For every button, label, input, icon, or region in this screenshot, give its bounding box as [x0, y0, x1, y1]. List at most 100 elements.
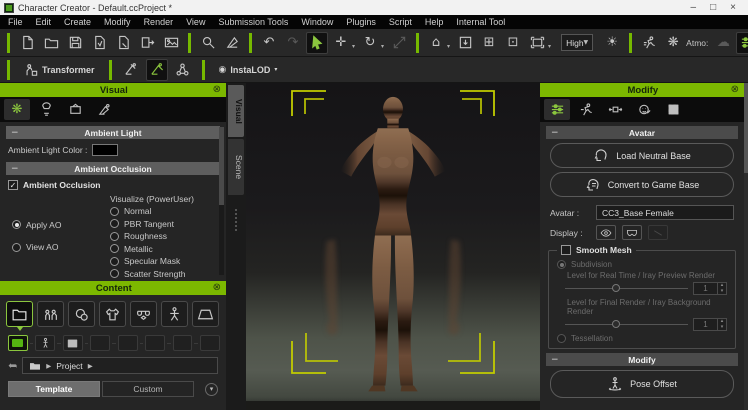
- modify-panel-close-icon[interactable]: ⊗: [731, 85, 739, 95]
- content-panel-header[interactable]: Content ⊗: [0, 281, 226, 295]
- modify-section-bar[interactable]: − Modify: [546, 353, 738, 366]
- visualize-pbr-tangent-radio[interactable]: [110, 219, 119, 228]
- select-tool-button[interactable]: [306, 32, 328, 54]
- fit-view-button[interactable]: ⊡: [502, 32, 524, 54]
- camera-frame-button[interactable]: [526, 32, 548, 54]
- convert-game-base-button[interactable]: Convert to Game Base: [550, 172, 734, 197]
- transformer-button[interactable]: Transformer: [18, 60, 101, 80]
- category-stage-button[interactable]: [192, 301, 219, 327]
- avatar-name-field[interactable]: CC3_Base Female: [596, 205, 734, 220]
- menu-submission-tools[interactable]: Submission Tools: [218, 17, 288, 27]
- menu-help[interactable]: Help: [425, 17, 444, 27]
- link-nodes-button[interactable]: [172, 59, 194, 81]
- visualize-roughness-radio[interactable]: [110, 232, 119, 241]
- breadcrumb-project[interactable]: Project: [56, 361, 82, 371]
- ambient-occlusion-section-bar[interactable]: − Ambient Occlusion: [6, 162, 220, 175]
- motion-blur-button[interactable]: [638, 32, 660, 54]
- home-camera-button[interactable]: ⌂: [425, 32, 447, 54]
- tab-camera-light[interactable]: [91, 99, 117, 120]
- collapse-icon[interactable]: −: [11, 164, 19, 174]
- collapse-icon[interactable]: −: [11, 128, 19, 138]
- breadcrumb[interactable]: ▶ Project ▶: [22, 357, 218, 374]
- collapse-icon[interactable]: −: [551, 355, 559, 365]
- tab-global-settings[interactable]: ❋: [4, 99, 30, 120]
- send-to-button[interactable]: [136, 32, 158, 54]
- export-file-button[interactable]: [112, 32, 134, 54]
- quality-select[interactable]: High ▼: [561, 34, 593, 51]
- display-extra-toggle[interactable]: [648, 225, 668, 240]
- visualize-normal-radio[interactable]: [110, 207, 119, 216]
- menu-file[interactable]: File: [8, 17, 23, 27]
- move-tool-dropdown-icon[interactable]: ▾: [352, 43, 355, 56]
- tab-custom[interactable]: Custom: [102, 381, 194, 397]
- panel-drag-handle[interactable]: [234, 209, 238, 231]
- tab-texture[interactable]: [660, 99, 686, 120]
- rotate-tool-button[interactable]: ↻: [359, 32, 381, 54]
- realtime-level-slider[interactable]: [565, 288, 688, 289]
- new-project-button[interactable]: [16, 32, 38, 54]
- display-skin-toggle[interactable]: [596, 225, 616, 240]
- back-icon[interactable]: ➦: [8, 359, 17, 372]
- close-button[interactable]: ×: [730, 3, 736, 13]
- instalod-button[interactable]: ◉ InstaLOD ▾: [213, 60, 284, 80]
- modify-panel-header[interactable]: Modify ⊗: [540, 83, 744, 97]
- menu-render[interactable]: Render: [144, 17, 174, 27]
- save-project-button[interactable]: [64, 32, 86, 54]
- maximize-button[interactable]: □: [710, 3, 716, 13]
- menu-plugins[interactable]: Plugins: [346, 17, 376, 27]
- menu-window[interactable]: Window: [301, 17, 333, 27]
- display-underwear-toggle[interactable]: [622, 225, 642, 240]
- content-expand-icon[interactable]: ▾: [205, 383, 218, 396]
- view-ao-radio[interactable]: [12, 243, 21, 252]
- menu-internal-tool[interactable]: Internal Tool: [456, 17, 505, 27]
- category-material-button[interactable]: [68, 301, 95, 327]
- home-camera-dropdown-icon[interactable]: ▾: [447, 43, 450, 56]
- atmosphere-gear-icon[interactable]: ❋: [662, 32, 684, 54]
- content-panel-close-icon[interactable]: ⊗: [213, 283, 221, 293]
- frame-selected-button[interactable]: [454, 32, 476, 54]
- tab-morph[interactable]: [602, 99, 628, 120]
- render-image-button[interactable]: [160, 32, 182, 54]
- visualize-specular-mask-radio[interactable]: [110, 257, 119, 266]
- spin-down-icon[interactable]: ▾: [718, 289, 726, 295]
- apply-ao-radio[interactable]: [12, 220, 21, 229]
- tab-attribute[interactable]: [544, 99, 570, 120]
- camera-frame-dropdown-icon[interactable]: ▾: [548, 43, 551, 56]
- visualize-metallic-radio[interactable]: [110, 244, 119, 253]
- subfolder-avatar-button[interactable]: [35, 335, 55, 351]
- category-actor-button[interactable]: [37, 301, 64, 327]
- realtime-level-spinner[interactable]: 1 ▴▾: [693, 282, 727, 295]
- menu-create[interactable]: Create: [64, 17, 91, 27]
- category-cloth-button[interactable]: [99, 301, 126, 327]
- tessellation-radio[interactable]: [557, 334, 566, 343]
- tab-skin[interactable]: [631, 99, 657, 120]
- open-project-button[interactable]: [40, 32, 62, 54]
- visualize-scatter-strength-radio[interactable]: [110, 269, 119, 278]
- subfolder-image-button[interactable]: [63, 335, 83, 351]
- tab-lighting[interactable]: [33, 99, 59, 120]
- avatar-section-bar[interactable]: − Avatar: [546, 126, 738, 139]
- preview-light-button[interactable]: ☀: [601, 32, 623, 54]
- edit-pose-b-button[interactable]: [146, 59, 168, 81]
- tab-animation[interactable]: [573, 99, 599, 120]
- load-neutral-base-button[interactable]: Load Neutral Base: [550, 143, 734, 168]
- category-accessory-button[interactable]: [130, 301, 157, 327]
- pose-offset-button[interactable]: Pose Offset: [550, 370, 734, 398]
- ambient-light-color-swatch[interactable]: [92, 144, 118, 156]
- ambient-light-section-bar[interactable]: − Ambient Light: [6, 126, 220, 139]
- subdivision-radio[interactable]: [557, 260, 566, 269]
- visual-panel-close-icon[interactable]: ⊗: [213, 85, 221, 95]
- import-file-button[interactable]: [88, 32, 110, 54]
- search-content-button[interactable]: [197, 32, 219, 54]
- menu-edit[interactable]: Edit: [36, 17, 52, 27]
- collapse-icon[interactable]: −: [551, 128, 559, 138]
- visual-panel-scrollbar[interactable]: [219, 127, 224, 275]
- rotate-tool-dropdown-icon[interactable]: ▾: [381, 43, 384, 56]
- ambient-occlusion-checkbox[interactable]: ✓: [8, 180, 18, 190]
- wind-effect-button[interactable]: ☁: [712, 32, 734, 54]
- menu-script[interactable]: Script: [389, 17, 412, 27]
- minimize-button[interactable]: –: [691, 3, 697, 13]
- visual-settings-button[interactable]: [736, 32, 748, 54]
- spin-down-icon[interactable]: ▾: [718, 325, 726, 331]
- smooth-mesh-checkbox[interactable]: [561, 245, 571, 255]
